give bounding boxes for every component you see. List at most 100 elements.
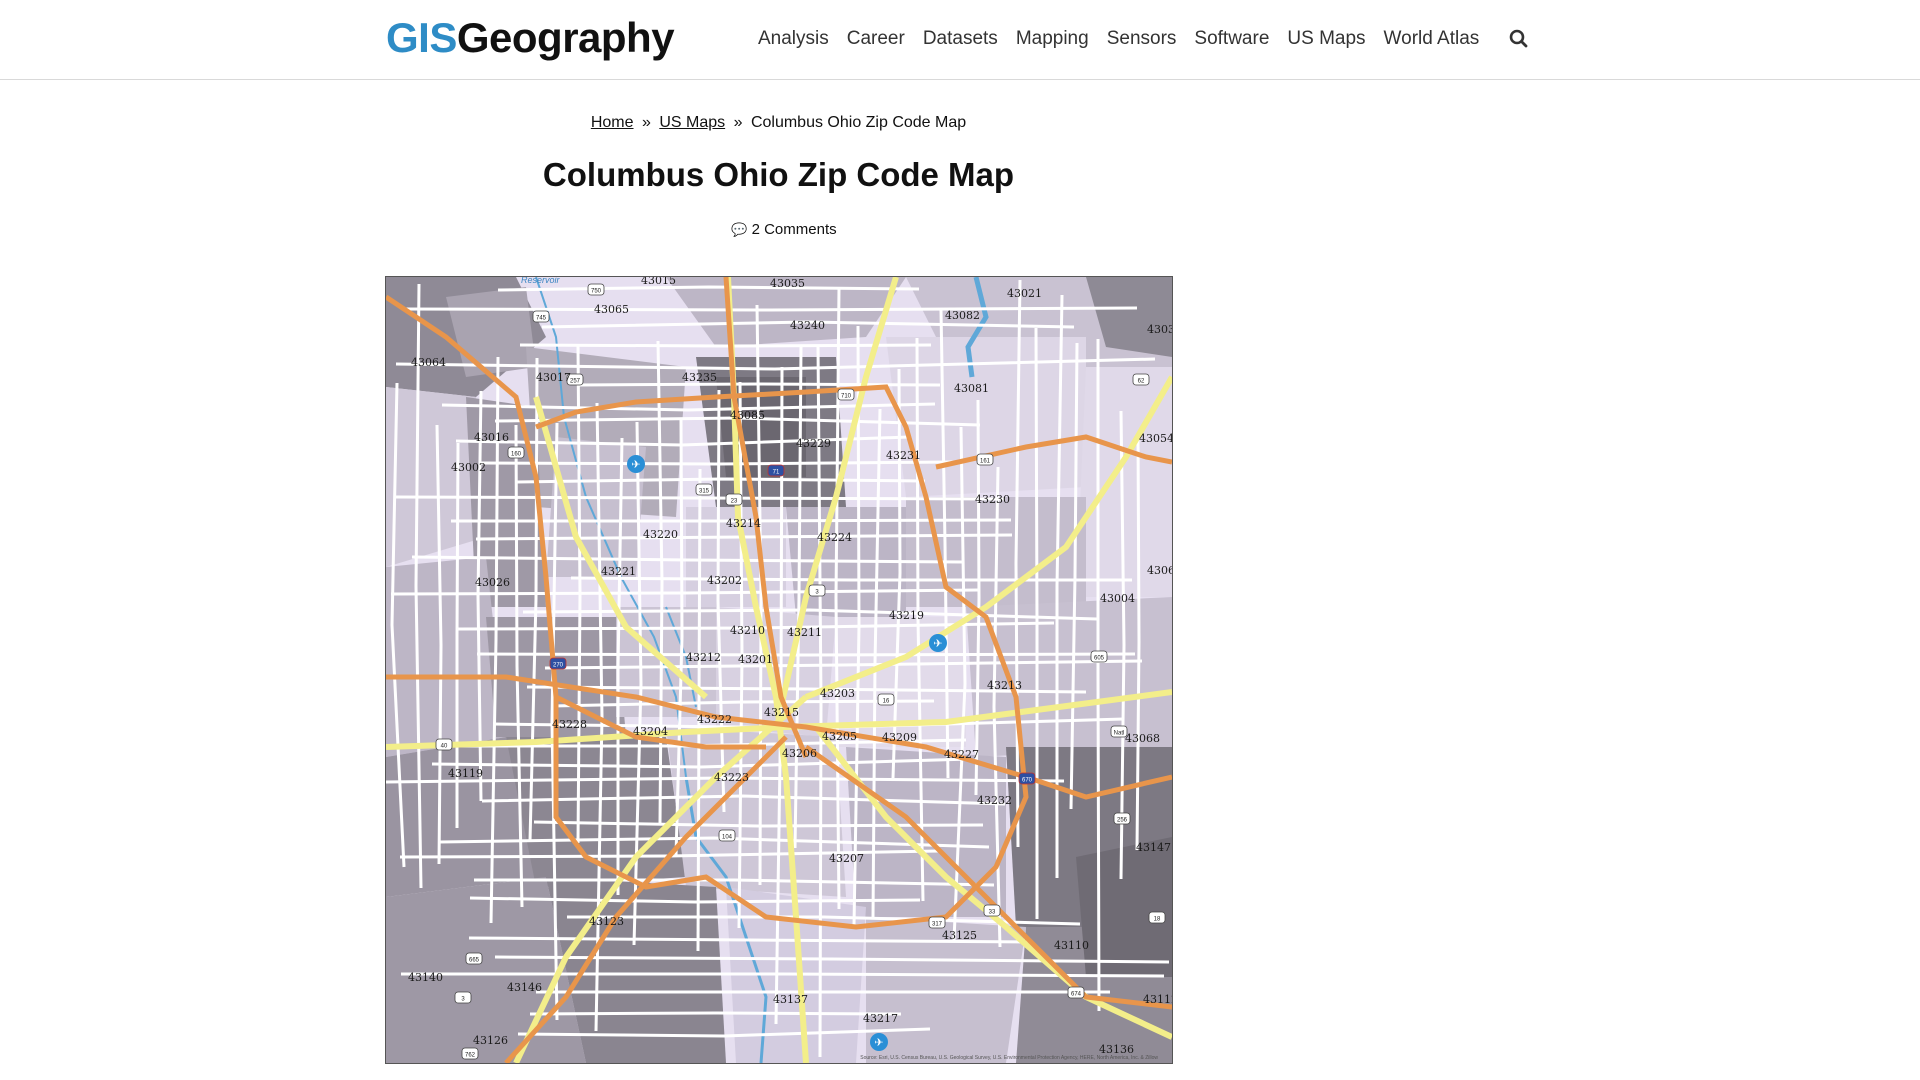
site-logo[interactable]: GISGeography [386,14,675,62]
route-shield: 3 [454,991,472,1004]
route-shield: 710 [837,388,855,401]
zip-label: 43204 [633,725,668,738]
zip-label: 43002 [451,461,486,474]
site-header: GISGeography Analysis Career Datasets Ma… [0,0,1920,80]
zip-label: 43224 [817,531,852,544]
route-shield: 317 [928,916,946,929]
route-shield: 23 [725,493,743,506]
zip-label: 43207 [829,852,864,865]
zip-label: 43147 [1136,841,1171,854]
zip-label: 43223 [714,771,749,784]
svg-text:762: 762 [465,1053,476,1059]
zip-label: 43004 [1100,592,1135,605]
zip-label: 43221 [601,565,636,578]
breadcrumb: Home » US Maps » Columbus Ohio Zip Code … [0,114,1557,132]
breadcrumb-separator: » [733,114,743,131]
comment-icon: 💬 [731,222,748,237]
zip-label: 43210 [730,624,765,637]
route-shield: 315 [695,483,713,496]
nav-sensors[interactable]: Sensors [1107,26,1177,52]
svg-text:161: 161 [980,459,991,465]
svg-text:Natl: Natl [1114,731,1125,737]
svg-text:104: 104 [722,835,733,841]
route-shield: 762 [461,1047,479,1060]
zip-label: 43212 [686,651,721,664]
svg-text:317: 317 [932,922,943,928]
zip-label: 43227 [944,748,979,761]
logo-gis: GIS [386,14,457,61]
svg-text:710: 710 [841,394,852,400]
zip-label: 43137 [773,993,808,1006]
nav-us-maps[interactable]: US Maps [1287,26,1365,52]
nav-career[interactable]: Career [847,26,905,52]
zip-label: 43209 [882,731,917,744]
svg-text:270: 270 [553,663,564,669]
zip-label: 43110 [1054,939,1089,952]
zip-label: 43235 [682,371,717,384]
zip-label: 43112 [1143,993,1172,1006]
nav-analysis[interactable]: Analysis [758,26,829,52]
zip-label: 43219 [889,609,924,622]
map-canvas: ✈ ✈ ✈ Reservoir 750 745 257 710 62 161 160 315 2… [386,277,1172,1063]
breadcrumb-separator: » [641,114,651,131]
local-road [519,343,932,348]
route-shield: 160 [507,446,525,459]
svg-text:71: 71 [773,470,780,476]
zip-label: 43081 [954,382,989,395]
zip-label: 43125 [942,929,977,942]
comments-link[interactable]: 💬 2 Comments [0,221,1568,238]
zip-label: 43054 [1139,432,1172,445]
nav-mapping[interactable]: Mapping [1016,26,1089,52]
svg-text:✈: ✈ [631,459,640,471]
route-shield: 16 [877,693,895,706]
route-shield: 665 [465,952,483,965]
local-road [529,1011,902,1016]
search-icon[interactable] [1508,28,1530,50]
breadcrumb-home[interactable]: Home [591,114,634,131]
route-shield: 33 [983,904,1001,917]
zip-label: 43205 [822,730,857,743]
zip-label: 43240 [790,319,825,332]
main-nav: Analysis Career Datasets Mapping Sensors… [758,26,1497,52]
nav-world-atlas[interactable]: World Atlas [1384,26,1480,52]
svg-text:16: 16 [883,699,890,705]
zip-label: 43211 [787,626,822,639]
svg-text:✈: ✈ [874,1037,883,1049]
route-shield: 750 [587,283,605,296]
svg-text:674: 674 [1071,992,1082,998]
route-shield: 605 [1090,650,1108,663]
svg-text:256: 256 [1117,818,1128,824]
svg-text:23: 23 [731,499,738,505]
zip-label: 43201 [738,653,773,666]
zip-label: 43082 [945,309,980,322]
zip-label: 43015 [641,277,676,287]
zip-label: 43228 [552,718,587,731]
local-road [1034,327,1039,919]
zip-label: 43016 [474,431,509,444]
svg-text:160: 160 [511,452,522,458]
zip-label: 43232 [977,794,1012,807]
map-attribution: Source: Esri, U.S. Census Bureau, U.S. G… [860,1055,1158,1061]
route-shield: 161 [976,453,994,466]
svg-text:✈: ✈ [933,638,942,650]
svg-text:745: 745 [536,316,547,322]
nav-software[interactable]: Software [1194,26,1269,52]
zip-label: 43229 [796,437,831,450]
zip-label: 43230 [975,493,1010,506]
route-shield: 670 [1018,772,1036,785]
svg-text:315: 315 [699,489,710,495]
svg-text:665: 665 [469,958,480,964]
svg-text:33: 33 [989,910,996,916]
zip-label: 43217 [863,1012,898,1025]
route-shield: 104 [718,829,736,842]
zip-label: 43085 [730,409,765,422]
route-shield: 745 [532,310,550,323]
zip-label: 43026 [475,576,510,589]
comments-count: 2 Comments [751,221,837,238]
zip-label: 43220 [643,528,678,541]
zip-code-map[interactable]: ✈ ✈ ✈ Reservoir 750 745 257 710 62 161 160 315 2… [385,276,1173,1064]
zip-label: 43068 [1125,732,1160,745]
breadcrumb-us-maps[interactable]: US Maps [659,114,725,131]
zip-label: 43203 [820,687,855,700]
nav-datasets[interactable]: Datasets [923,26,998,52]
